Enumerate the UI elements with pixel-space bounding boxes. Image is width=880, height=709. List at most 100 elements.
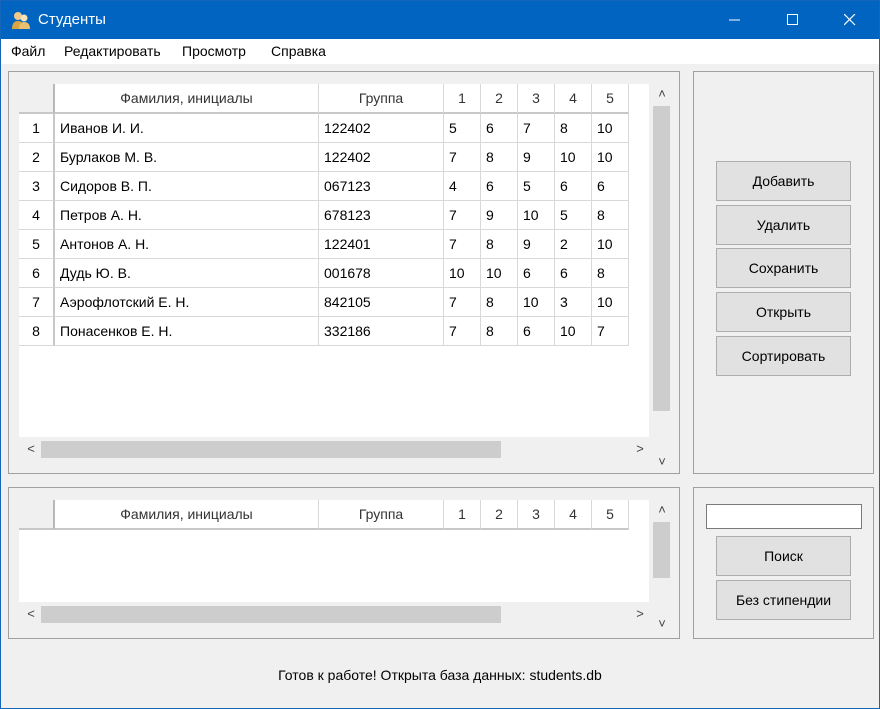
table-cell[interactable]: 10 <box>592 114 629 143</box>
table-cell[interactable]: 8 <box>481 230 518 259</box>
table-cell[interactable]: Понасенков Е. Н. <box>55 317 319 346</box>
row-header[interactable]: 5 <box>19 230 55 259</box>
table-cell[interactable]: 9 <box>481 201 518 230</box>
column-header[interactable]: 1 <box>444 84 481 114</box>
search-input[interactable] <box>706 504 862 529</box>
scroll-down-icon[interactable]: ˅ <box>653 454 671 469</box>
table-cell[interactable]: 7 <box>444 201 481 230</box>
sort-button[interactable]: Сортировать <box>716 336 851 376</box>
table-cell[interactable]: 10 <box>481 259 518 288</box>
table-cell[interactable]: Антонов А. Н. <box>55 230 319 259</box>
table-cell[interactable]: Петров А. Н. <box>55 201 319 230</box>
column-header[interactable]: 2 <box>481 84 518 114</box>
table-cell[interactable]: 7 <box>518 114 555 143</box>
grid-corner[interactable] <box>19 84 55 114</box>
table-cell[interactable]: 842105 <box>319 288 444 317</box>
table-cell[interactable]: 10 <box>444 259 481 288</box>
table-cell[interactable]: 10 <box>592 288 629 317</box>
table-cell[interactable]: 678123 <box>319 201 444 230</box>
row-header[interactable]: 4 <box>19 201 55 230</box>
results-grid[interactable]: Фамилия, инициалы Группа 1 2 3 4 5 <box>19 500 649 605</box>
row-header[interactable]: 8 <box>19 317 55 346</box>
column-header[interactable]: 4 <box>555 84 592 114</box>
table-cell[interactable]: 7 <box>444 143 481 172</box>
delete-button[interactable]: Удалить <box>716 205 851 245</box>
table-cell[interactable]: 067123 <box>319 172 444 201</box>
grid-corner[interactable] <box>19 500 55 530</box>
table-cell[interactable]: 10 <box>555 143 592 172</box>
table-cell[interactable]: 7 <box>444 317 481 346</box>
column-header[interactable]: Группа <box>319 500 444 530</box>
table-cell[interactable]: 10 <box>518 288 555 317</box>
table-cell[interactable]: 122402 <box>319 114 444 143</box>
column-header[interactable]: Группа <box>319 84 444 114</box>
row-header[interactable]: 6 <box>19 259 55 288</box>
column-header[interactable]: Фамилия, инициалы <box>55 500 319 530</box>
column-header[interactable]: 5 <box>592 500 629 530</box>
vscroll-thumb[interactable] <box>653 106 670 411</box>
menu-edit[interactable]: Редактировать <box>64 43 161 59</box>
table-cell[interactable]: Бурлаков М. В. <box>55 143 319 172</box>
table-cell[interactable]: 6 <box>481 114 518 143</box>
table-cell[interactable]: 7 <box>444 230 481 259</box>
maximize-button[interactable] <box>764 1 822 39</box>
table-cell[interactable]: 6 <box>518 259 555 288</box>
close-button[interactable] <box>821 1 879 39</box>
menu-file[interactable]: Файл <box>11 43 45 59</box>
table-cell[interactable]: 3 <box>555 288 592 317</box>
results-grid-hscrollbar[interactable]: < > <box>19 602 649 628</box>
table-cell[interactable]: 10 <box>592 143 629 172</box>
students-grid[interactable]: Фамилия, инициалы Группа 1 2 3 4 5 1 Иванов И. И… <box>19 84 649 439</box>
table-cell[interactable]: 6 <box>555 172 592 201</box>
table-cell[interactable]: 6 <box>592 172 629 201</box>
table-cell[interactable]: Аэрофлотский Е. Н. <box>55 288 319 317</box>
table-cell[interactable]: Дудь Ю. В. <box>55 259 319 288</box>
students-grid-hscrollbar[interactable]: < > <box>19 437 649 463</box>
table-cell[interactable]: 2 <box>555 230 592 259</box>
column-header[interactable]: 3 <box>518 500 555 530</box>
table-cell[interactable]: 4 <box>444 172 481 201</box>
column-header[interactable]: 4 <box>555 500 592 530</box>
column-header[interactable]: 1 <box>444 500 481 530</box>
table-cell[interactable]: Иванов И. И. <box>55 114 319 143</box>
scroll-right-icon[interactable]: > <box>631 441 649 456</box>
scroll-left-icon[interactable]: < <box>22 606 40 621</box>
no-scholarship-button[interactable]: Без стипендии <box>716 580 851 620</box>
table-cell[interactable]: 001678 <box>319 259 444 288</box>
table-cell[interactable]: 122401 <box>319 230 444 259</box>
table-cell[interactable]: 9 <box>518 143 555 172</box>
table-cell[interactable]: 7 <box>592 317 629 346</box>
title-bar[interactable]: Студенты <box>1 1 879 39</box>
add-button[interactable]: Добавить <box>716 161 851 201</box>
column-header[interactable]: Фамилия, инициалы <box>55 84 319 114</box>
column-header[interactable]: 3 <box>518 84 555 114</box>
table-cell[interactable]: 10 <box>518 201 555 230</box>
row-header[interactable]: 3 <box>19 172 55 201</box>
table-cell[interactable]: 9 <box>518 230 555 259</box>
table-cell[interactable]: 10 <box>592 230 629 259</box>
results-grid-vscrollbar[interactable]: ˄ ˅ <box>649 500 675 631</box>
table-cell[interactable]: 8 <box>592 259 629 288</box>
table-cell[interactable]: 7 <box>444 288 481 317</box>
table-cell[interactable]: 8 <box>481 288 518 317</box>
scroll-left-icon[interactable]: < <box>22 441 40 456</box>
search-button[interactable]: Поиск <box>716 536 851 576</box>
column-header[interactable]: 2 <box>481 500 518 530</box>
table-cell[interactable]: 332186 <box>319 317 444 346</box>
scroll-up-icon[interactable]: ˄ <box>653 86 671 101</box>
menu-view[interactable]: Просмотр <box>182 43 246 59</box>
scroll-down-icon[interactable]: ˅ <box>653 616 671 631</box>
row-header[interactable]: 2 <box>19 143 55 172</box>
table-cell[interactable]: 6 <box>481 172 518 201</box>
table-cell[interactable]: 5 <box>555 201 592 230</box>
hscroll-thumb[interactable] <box>41 606 501 623</box>
table-cell[interactable]: 5 <box>518 172 555 201</box>
scroll-up-icon[interactable]: ˄ <box>653 502 671 517</box>
vscroll-thumb[interactable] <box>653 522 670 578</box>
hscroll-thumb[interactable] <box>41 441 501 458</box>
table-cell[interactable]: 6 <box>518 317 555 346</box>
table-cell[interactable]: Сидоров В. П. <box>55 172 319 201</box>
table-cell[interactable]: 5 <box>444 114 481 143</box>
open-button[interactable]: Открыть <box>716 292 851 332</box>
table-cell[interactable]: 8 <box>555 114 592 143</box>
